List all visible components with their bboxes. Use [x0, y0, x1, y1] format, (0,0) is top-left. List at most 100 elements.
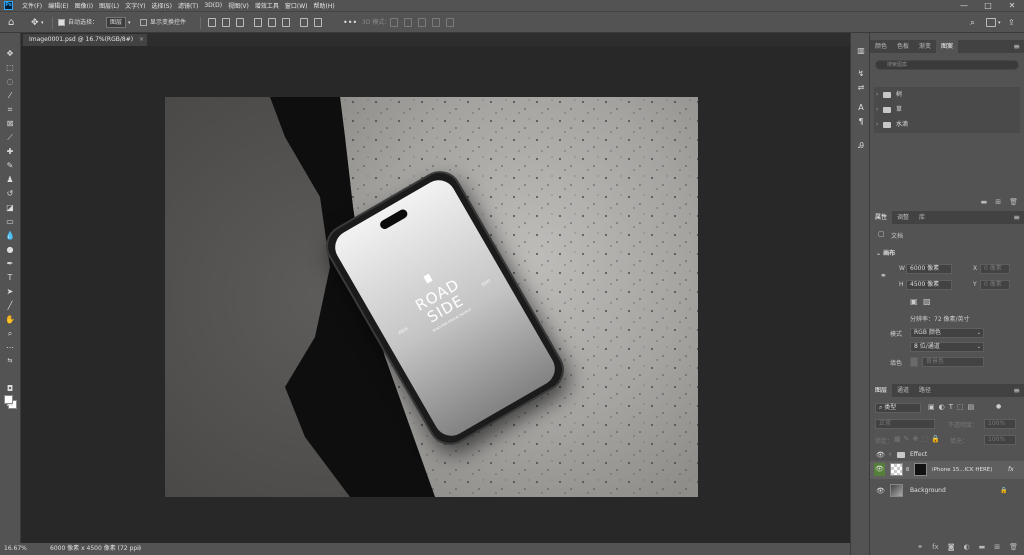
new-pattern-icon[interactable]: ⊞ — [995, 198, 1001, 206]
link-icon[interactable]: ⚭ — [880, 271, 887, 280]
document-canvas[interactable]: ROAD SIDE 2024 EDIT ROAD SIDE SPECIAL MO… — [165, 97, 698, 497]
menu-select[interactable]: 选择(S) — [148, 1, 175, 10]
chevron-down-icon[interactable]: ▾ — [998, 16, 1001, 30]
3d-roll-icon[interactable] — [404, 18, 412, 27]
width-input[interactable]: 6000 像素 — [906, 264, 952, 274]
align-center-icon[interactable] — [222, 18, 230, 27]
character-panel-icon[interactable]: A — [856, 103, 866, 113]
pattern-search-input[interactable]: 搜索图案 — [875, 60, 1019, 70]
glyphs-panel-icon[interactable]: Ꭿ — [856, 141, 866, 151]
history-brush-tool-icon[interactable]: ↺ — [3, 188, 17, 200]
distribute-icon[interactable] — [300, 18, 308, 27]
new-group-icon[interactable]: ▬ — [981, 198, 988, 206]
move-tool-preset-icon[interactable]: ✥ — [31, 16, 39, 30]
home-icon[interactable]: ⌂ — [8, 16, 14, 30]
menu-edit[interactable]: 编辑(E) — [45, 1, 71, 10]
new-layer-icon[interactable]: ⊞ — [994, 543, 1000, 551]
type-tool-icon[interactable]: T — [3, 272, 17, 284]
delete-icon[interactable]: 🗑 — [1009, 543, 1018, 551]
document-tab[interactable]: Image0001.psd @ 16.7%(RGB/8#) × — [23, 34, 148, 46]
lasso-tool-icon[interactable]: ◌ — [3, 76, 17, 88]
clone-stamp-tool-icon[interactable]: ♟ — [3, 174, 17, 186]
delete-icon[interactable]: 🗑 — [1009, 198, 1018, 206]
workspace-icon[interactable] — [986, 18, 996, 27]
list-item[interactable]: › 草 — [876, 102, 1018, 117]
adjustment-layer-icon[interactable]: ◐ — [964, 543, 970, 551]
fill-select[interactable]: 背景色 — [922, 357, 984, 367]
layer-filter-select[interactable]: ⌕ 类型 — [875, 403, 921, 413]
3d-scale-icon[interactable] — [446, 18, 454, 27]
show-transform-checkbox[interactable] — [140, 19, 147, 26]
x-input[interactable]: 0 像素 — [980, 264, 1010, 274]
distribute-spacing-icon[interactable] — [314, 18, 322, 27]
marquee-tool-icon[interactable]: ⬚ — [3, 62, 17, 74]
filter-toggle-icon[interactable]: ● — [996, 403, 1001, 410]
status-menu-arrow[interactable]: › — [138, 543, 140, 555]
tab-color[interactable]: 颜色 — [870, 40, 892, 53]
lock-icons[interactable]: ▦✎✥⬚🔒 — [894, 435, 943, 443]
link-layers-icon[interactable]: ⚭ — [917, 543, 923, 551]
layer-row-iphone[interactable]: 👁 8 iPhone 15...ICK HERE) fx — [870, 461, 1024, 479]
3d-orbit-icon[interactable] — [390, 18, 398, 27]
search-icon[interactable]: ⌕ — [970, 16, 975, 30]
list-item[interactable]: › 树 — [876, 87, 1018, 102]
auto-select-dropdown[interactable]: 图层 ▾ — [106, 16, 131, 30]
y-input[interactable]: 0 像素 — [980, 280, 1010, 290]
menu-filter[interactable]: 滤镜(T) — [175, 1, 201, 10]
menu-image[interactable]: 图像(I) — [72, 1, 96, 10]
menu-window[interactable]: 窗口(W) — [282, 1, 311, 10]
path-selection-tool-icon[interactable]: ➤ — [3, 286, 17, 298]
auto-select-option[interactable]: 自动选择： — [58, 16, 98, 30]
fx-icon[interactable]: fx — [1008, 461, 1014, 479]
close-tab-icon[interactable]: × — [139, 34, 144, 46]
menu-file[interactable]: 文件(F) — [19, 1, 45, 10]
pen-tool-icon[interactable]: ✒ — [3, 258, 17, 270]
tab-paths[interactable]: 路径 — [914, 384, 936, 397]
history-panel-icon[interactable]: ▥ — [856, 46, 866, 56]
landscape-icon[interactable]: ▨ — [923, 297, 931, 306]
line-tool-icon[interactable]: ╱ — [3, 300, 17, 312]
menu-view[interactable]: 视图(V) — [225, 1, 252, 10]
canvas-area[interactable]: ROAD SIDE 2024 EDIT ROAD SIDE SPECIAL MO… — [21, 46, 850, 543]
layer-filter-icons[interactable]: ▣◐T⬚▤ — [928, 403, 978, 411]
depth-select[interactable]: 8 位/通道 ⌄ — [910, 342, 984, 352]
eyedropper-tool-icon[interactable]: ⟋ — [3, 132, 17, 144]
auto-select-checkbox[interactable] — [58, 19, 65, 26]
close-window-button[interactable]: ✕ — [1000, 0, 1024, 11]
edit-toolbar-icon[interactable]: ⋯ — [3, 342, 17, 354]
add-mask-icon[interactable]: ◙ — [948, 543, 955, 551]
menu-layer[interactable]: 图层(L) — [96, 1, 122, 10]
tab-swatches[interactable]: 色板 — [892, 40, 914, 53]
eye-icon[interactable]: 👁 — [874, 463, 885, 476]
align-bottom-icon[interactable] — [282, 18, 290, 27]
menu-help[interactable]: 帮助(H) — [311, 1, 338, 10]
magic-wand-tool-icon[interactable]: ⁄ — [3, 90, 17, 102]
menu-type[interactable]: 文字(Y) — [122, 1, 148, 10]
tab-adjustments[interactable]: 调整 — [892, 211, 914, 224]
align-right-icon[interactable] — [236, 18, 244, 27]
crop-tool-icon[interactable]: ⌗ — [3, 104, 17, 116]
align-top-icon[interactable] — [254, 18, 262, 27]
tab-patterns[interactable]: 图案 — [936, 40, 959, 53]
share-icon[interactable]: ⇪ — [1008, 16, 1015, 30]
3d-slide-icon[interactable] — [432, 18, 440, 27]
tab-libraries[interactable]: 库 — [914, 211, 930, 224]
fill-opacity-input[interactable]: 100% — [984, 435, 1016, 445]
brush-tool-icon[interactable]: ✎ — [3, 160, 17, 172]
quick-mask-icon[interactable]: ◘ — [3, 383, 17, 395]
list-item[interactable]: › 水滴 — [876, 117, 1018, 132]
canvas-section-title[interactable]: ⌄ 画布 — [876, 248, 895, 257]
3d-pan-icon[interactable] — [418, 18, 426, 27]
frame-tool-icon[interactable]: ⊠ — [3, 118, 17, 130]
maximize-button[interactable]: □ — [976, 0, 1000, 11]
paragraph-panel-icon[interactable]: ¶ — [856, 117, 866, 127]
eye-icon[interactable]: 👁 — [876, 487, 885, 495]
align-middle-icon[interactable] — [268, 18, 276, 27]
foreground-color-swatch[interactable] — [4, 395, 13, 404]
new-group-icon[interactable]: ▬ — [979, 543, 986, 551]
zoom-tool-icon[interactable]: ⌕ — [3, 328, 17, 340]
lock-icon[interactable]: 🔒 — [1000, 482, 1007, 500]
chevron-down-icon[interactable]: ▾ — [41, 16, 44, 30]
zoom-level[interactable]: 16.67% — [4, 543, 27, 555]
portrait-icon[interactable]: ▣ — [910, 297, 918, 306]
